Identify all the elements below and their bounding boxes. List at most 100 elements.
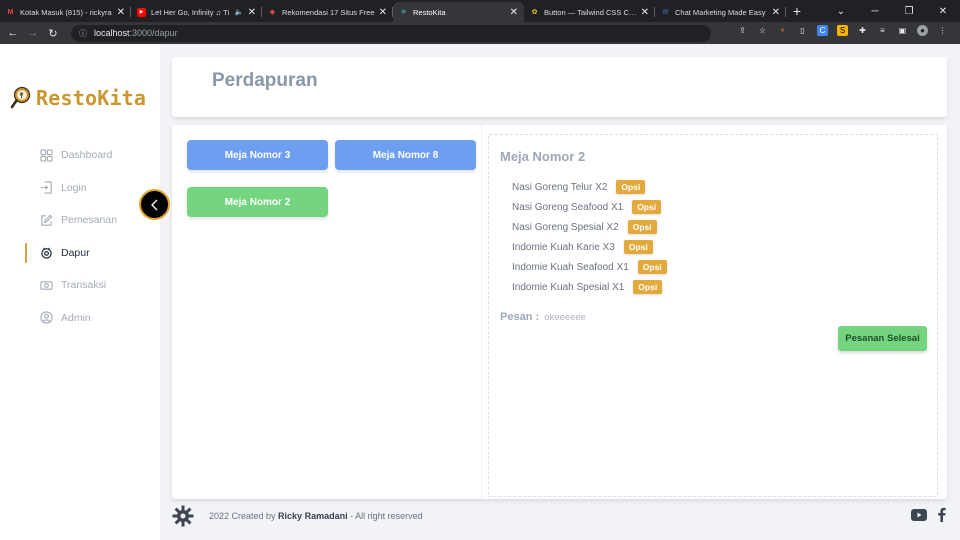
tab-title: Let Her Go, Infinity ♫ Ti [151,7,230,17]
order-item-name: Nasi Goreng Seafood X1 [512,201,624,213]
list-item: Nasi Goreng Telur X2 Opsi [512,177,667,197]
sidebar: RestoKita Dashboard Login Pemesanan Dapu… [0,44,160,540]
table-button-2[interactable]: Meja Nomor 2 [187,187,328,217]
facebook-icon[interactable] [937,507,946,522]
profile-avatar[interactable]: ● [917,25,928,36]
list-item: Indomie Kuah Seafood X1 Opsi [512,257,667,277]
browser-tab[interactable]: ◆ Rekomendasi 17 Situs Free ✕ [262,2,393,22]
maximize-icon[interactable]: ❐ [892,6,926,17]
order-detail-title: Meja Nomor 2 [500,149,586,164]
sidebar-item-label: Pemesanan [61,214,118,227]
opsi-button[interactable]: Opsi [637,260,667,274]
tab-search-icon[interactable]: ⌄ [824,6,858,17]
page-title: Perdapuran [212,70,318,91]
sidebar-item-label: Admin [61,311,91,324]
youtube-icon: ▶ [137,7,146,17]
forward-icon[interactable]: → [23,27,43,39]
gmail-icon: M [7,8,14,16]
tab-title: Rekomendasi 17 Situs Free [282,7,375,17]
kitchen-panel: Meja Nomor 3 Meja Nomor 8 Meja Nomor 2 M… [172,125,947,499]
sidebar-item-label: Dapur [61,246,90,259]
sidebar-item-dashboard[interactable]: Dashboard [25,139,117,172]
sidebar-item-transaksi[interactable]: Transaksi [25,269,117,302]
browser-toolbar: ← → ↻ ⓘ localhost:3000/dapur ⇪ ☆ ⚡ ▯ C S… [0,22,960,44]
message-label: Pesan : [500,311,540,323]
sidebar-item-admin[interactable]: Admin [25,302,117,335]
list-item: Nasi Goreng Spesial X2 Opsi [512,217,667,237]
address-bar[interactable]: ⓘ localhost:3000/dapur [71,24,711,42]
close-tab-icon[interactable]: ✕ [772,7,780,18]
close-window-icon[interactable]: ✕ [926,6,960,17]
brand-name: RestoKita [36,86,147,110]
extension-icon[interactable]: ⚡ [777,25,788,36]
order-item-name: Nasi Goreng Telur X2 [512,181,608,193]
tab-title: Chat Marketing Made Easy [675,7,766,17]
site-info-icon[interactable]: ⓘ [79,28,87,39]
edit-icon [41,214,53,226]
sidepanel-icon[interactable]: ▣ [897,25,908,36]
close-tab-icon[interactable]: ✕ [510,7,518,18]
playlist-icon[interactable]: ≡ [877,25,888,36]
table-button-3[interactable]: Meja Nomor 3 [187,140,328,170]
opsi-button[interactable]: Opsi [633,280,663,294]
close-tab-icon[interactable]: ✕ [379,7,387,18]
browser-tab-strip: M Kotak Masuk (815) - rickyra ✕ ▶ Let He… [0,0,960,22]
extension-icon[interactable]: S [837,25,848,36]
order-item-name: Indomie Kuah Seafood X1 [512,261,629,273]
order-item-name: Nasi Goreng Spesial X2 [512,221,619,233]
tab-title: Button — Tailwind CSS Com [544,7,637,17]
audio-icon[interactable]: 🔈 [235,8,244,16]
sidebar-item-label: Dashboard [61,149,113,162]
sidebar-item-pemesanan[interactable]: Pemesanan [25,204,117,237]
browser-tab[interactable]: ✿ Button — Tailwind CSS Com ✕ [524,2,655,22]
list-item: Indomie Kuah Karie X3 Opsi [512,237,667,257]
new-tab-button[interactable]: + [786,2,808,22]
browser-tab[interactable]: ✉ Chat Marketing Made Easy ✕ [655,2,786,22]
browser-tab-active[interactable]: ⚛ RestoKita ✕ [393,2,524,22]
extension-icon[interactable]: C [817,25,828,36]
table-button-8[interactable]: Meja Nomor 8 [335,140,476,170]
grid-icon [40,149,53,162]
brand-logo[interactable]: RestoKita [10,86,146,110]
chevron-left-icon [150,199,157,210]
footer-author: Ricky Ramadani [278,511,348,521]
share-icon[interactable]: ⇪ [737,25,748,36]
youtube-icon[interactable] [911,508,927,521]
browser-tab[interactable]: ▶ Let Her Go, Infinity ♫ Ti 🔈 ✕ [131,2,262,22]
list-item: Indomie Kuah Spesial X1 Opsi [512,277,667,297]
footer-credit: 2022 Created by Ricky Ramadani - All rig… [209,511,423,521]
minimize-icon[interactable]: ─ [858,6,892,17]
opsi-button[interactable]: Opsi [627,220,657,234]
back-icon[interactable]: ← [3,27,23,39]
tab-title: RestoKita [413,7,446,17]
sidebar-menu: Dashboard Login Pemesanan Dapur Transaks… [25,139,117,334]
close-tab-icon[interactable]: ✕ [248,7,256,18]
reload-icon[interactable]: ↻ [43,27,63,40]
browser-tab[interactable]: M Kotak Masuk (815) - rickyra ✕ [0,2,131,22]
bookmark-star-icon[interactable]: ☆ [757,25,768,36]
order-item-name: Indomie Kuah Spesial X1 [512,281,625,293]
order-detail: Meja Nomor 2 Nasi Goreng Telur X2 Opsi Na… [488,134,938,497]
tailwind-icon: ✿ [531,9,538,16]
menu-icon[interactable]: ⋮ [937,25,948,36]
order-list: Nasi Goreng Telur X2 Opsi Nasi Goreng Sea… [512,177,667,297]
site-icon: ◆ [269,9,276,16]
sidebar-item-login[interactable]: Login [25,172,117,205]
sidebar-item-dapur[interactable]: Dapur [25,237,117,270]
opsi-button[interactable]: Opsi [616,180,646,194]
magnifier-logo-icon [10,86,31,109]
footer-gear-icon [172,505,194,532]
puzzle-icon[interactable]: ✚ [857,25,868,36]
table-list: Meja Nomor 3 Meja Nomor 8 Meja Nomor 2 [172,125,482,499]
opsi-button[interactable]: Opsi [623,240,653,254]
phone-icon[interactable]: ▯ [797,25,808,36]
collapse-sidebar-button[interactable] [139,189,170,220]
close-tab-icon[interactable]: ✕ [117,7,125,18]
pesanan-selesai-button[interactable]: Pesanan Selesai [838,326,927,351]
opsi-button[interactable]: Opsi [632,200,662,214]
extensions-area: ⇪ ☆ ⚡ ▯ C S ✚ ≡ ▣ ● ⋮ [737,25,948,36]
social-links [911,507,946,522]
sidebar-item-label: Transaksi [61,279,107,292]
close-tab-icon[interactable]: ✕ [641,7,649,18]
sidebar-item-label: Login [61,181,87,194]
